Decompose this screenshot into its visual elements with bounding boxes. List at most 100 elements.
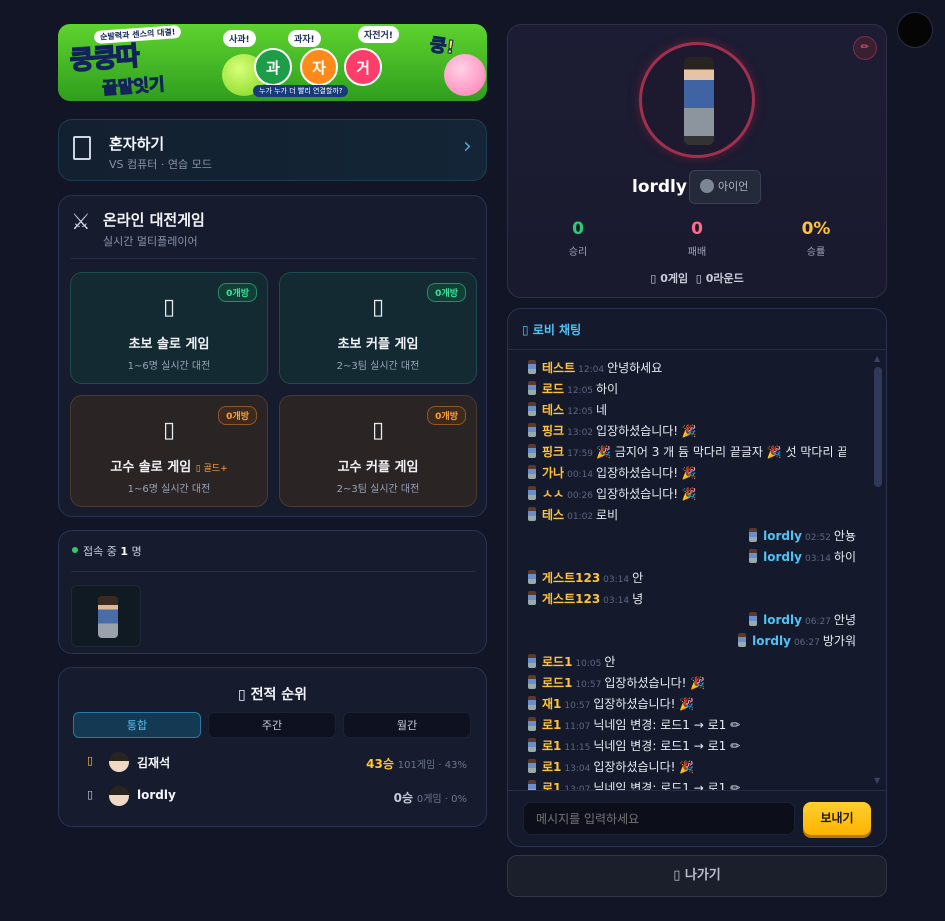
chat-message: lordly 06:27 안녕 bbox=[749, 611, 856, 629]
room-beginner-solo[interactable]: 0개방 ▯ 초보 솔로 게임 1~6명 실시간 대전 bbox=[70, 272, 268, 384]
rank-stats: 43승 101게임 · 43% bbox=[366, 757, 467, 771]
chat-message: 로드1 10:05 안 bbox=[528, 653, 615, 671]
gold-requirement: ▯ 골드+ bbox=[195, 464, 228, 474]
tab-weekly[interactable]: 주간 bbox=[208, 712, 336, 738]
banner-orb-1: 과 bbox=[254, 48, 292, 86]
corner-avatar[interactable] bbox=[897, 12, 933, 48]
chat-message-list[interactable]: 테스트 12:04 안녕하세요 로드 12:05 하이 테스 12:05 네 핑크 13:02 입장하… bbox=[508, 353, 886, 790]
online-title: 온라인 대전게임 bbox=[103, 211, 205, 229]
chat-avatar-icon bbox=[528, 486, 536, 500]
tab-total[interactable]: 통합 bbox=[73, 712, 201, 738]
chat-sender: 로1 bbox=[542, 760, 562, 774]
chat-message: 로1 11:15 닉네임 변경: 로드1 → 로1 ✏ bbox=[528, 737, 740, 755]
medal-icon: ▯ bbox=[87, 788, 94, 801]
chat-sender: 가나 bbox=[542, 466, 565, 480]
chat-sender: 재1 bbox=[542, 697, 562, 711]
chat-scrollbar[interactable] bbox=[874, 367, 882, 487]
chat-text: 닉네임 변경: 로드1 → 로1 ✏ bbox=[593, 739, 741, 753]
room-desc: 1~6명 실시간 대전 bbox=[127, 484, 211, 495]
chat-time: 10:05 bbox=[575, 659, 602, 669]
chat-avatar-icon bbox=[738, 633, 747, 647]
chat-text: 입장하셨습니다! 🎉 bbox=[593, 760, 695, 774]
chat-sender: 게스트123 bbox=[542, 592, 601, 606]
scroll-up-icon[interactable]: ▲ bbox=[874, 354, 880, 363]
couple-icon: ▯ bbox=[371, 295, 385, 320]
rank-name: lordly bbox=[137, 788, 176, 802]
chat-input[interactable] bbox=[523, 802, 795, 835]
chat-avatar-icon bbox=[528, 675, 536, 689]
edit-profile-button[interactable]: ✏ bbox=[853, 36, 877, 60]
ranking-row[interactable]: ▯ 김재석 43승 101게임 · 43% bbox=[73, 750, 473, 774]
room-beginner-couple[interactable]: 0개방 ▯ 초보 커플 게임 2~3팀 실시간 대전 bbox=[279, 272, 477, 384]
room-expert-solo[interactable]: 0개방 ▯ 고수 솔로 게임 ▯ 골드+ 1~6명 실시간 대전 bbox=[70, 395, 268, 507]
room-desc: 2~3팀 실시간 대전 bbox=[336, 361, 420, 372]
tab-monthly[interactable]: 월간 bbox=[343, 712, 471, 738]
chat-time: 06:27 bbox=[793, 638, 820, 648]
chat-time: 10:57 bbox=[564, 701, 591, 711]
chat-message: 테스 01:02 로비 bbox=[528, 506, 618, 524]
profile-avatar[interactable] bbox=[639, 42, 755, 158]
chat-avatar-icon bbox=[528, 780, 536, 790]
crossed-swords-icon: ⚔ bbox=[71, 210, 91, 235]
room-name: 고수 커플 게임 bbox=[337, 460, 419, 475]
chat-message: 로1 13:07 닉네임 변경: 로드1 → 로1 ✏ bbox=[528, 779, 740, 790]
stat-winrate: 0% 승률 bbox=[801, 219, 831, 258]
chat-message: lordly 06:27 방가워 bbox=[738, 632, 856, 650]
divider bbox=[71, 571, 476, 572]
online-user-avatar[interactable] bbox=[71, 585, 141, 647]
room-name: 초보 커플 게임 bbox=[337, 337, 419, 352]
divider bbox=[508, 349, 886, 350]
chat-message: 로드 12:05 하이 bbox=[528, 380, 618, 398]
send-button[interactable]: 보내기 bbox=[803, 802, 871, 835]
banner-title: 쿵쿵따 bbox=[68, 41, 140, 77]
chat-time: 13:02 bbox=[567, 428, 594, 438]
chat-time: 11:07 bbox=[564, 722, 591, 732]
chat-avatar-icon bbox=[528, 381, 536, 395]
crown-icon: ▯ bbox=[371, 418, 385, 443]
solo-play-button[interactable]: 혼자하기 VS 컴퓨터 · 연습 모드 › bbox=[58, 119, 487, 181]
chat-avatar-icon bbox=[749, 549, 758, 563]
chat-sender: ㅅㅅ bbox=[542, 487, 565, 501]
rank-name: 김재석 bbox=[137, 756, 171, 770]
chat-text: 닉네임 변경: 로드1 → 로1 ✏ bbox=[593, 718, 741, 732]
pink-character-icon bbox=[444, 54, 486, 96]
chat-message: lordly 02:52 안뇽 bbox=[749, 527, 856, 545]
chat-time: 17:59 bbox=[567, 449, 594, 459]
banner-caption: 누가 누가 더 빨리 연결할까? bbox=[253, 85, 349, 97]
chat-sender: 테스 bbox=[542, 508, 565, 522]
banner-logo: 쿵! bbox=[428, 34, 456, 59]
chat-text: 네 bbox=[596, 403, 608, 417]
chat-time: 02:52 bbox=[804, 533, 831, 543]
chat-message: 로1 13:04 입장하셨습니다! 🎉 bbox=[528, 758, 694, 776]
chat-message: 핑크 13:02 입장하셨습니다! 🎉 bbox=[528, 422, 697, 440]
chat-avatar-icon bbox=[528, 717, 536, 731]
chat-avatar-icon bbox=[528, 654, 536, 668]
door-icon: ▯ bbox=[673, 868, 681, 883]
chat-message: 테스트 12:04 안녕하세요 bbox=[528, 359, 662, 377]
chat-text: 입장하셨습니다! 🎉 bbox=[596, 424, 697, 438]
banner-subtitle: 끝말잇기 bbox=[101, 74, 166, 100]
chat-sender: 로드1 bbox=[542, 676, 573, 690]
solo-subtitle: VS 컴퓨터 · 연습 모드 bbox=[109, 158, 212, 171]
chat-avatar-icon bbox=[528, 759, 536, 773]
chat-time: 01:02 bbox=[567, 512, 594, 522]
scroll-down-icon[interactable]: ▼ bbox=[874, 776, 880, 785]
banner-bubble-2: 과자! bbox=[288, 30, 321, 47]
chevron-right-icon: › bbox=[463, 134, 472, 159]
leave-button[interactable]: ▯ 나가기 bbox=[507, 855, 887, 897]
chat-message: 재1 10:57 입장하셨습니다! 🎉 bbox=[528, 695, 694, 713]
profile-name: lordly bbox=[632, 177, 687, 197]
room-expert-couple[interactable]: 0개방 ▯ 고수 커플 게임 2~3팀 실시간 대전 bbox=[279, 395, 477, 507]
chat-sender: lordly bbox=[763, 613, 802, 627]
chat-message: 게스트123 03:14 녕 bbox=[528, 590, 643, 608]
chat-time: 12:04 bbox=[578, 365, 605, 375]
chat-message: 로1 11:07 닉네임 변경: 로드1 → 로1 ✏ bbox=[528, 716, 740, 734]
pencil-icon: ✏ bbox=[860, 42, 870, 53]
chat-text: 안뇽 bbox=[833, 529, 856, 543]
room-desc: 1~6명 실시간 대전 bbox=[127, 361, 211, 372]
ranking-row[interactable]: ▯ lordly 0승 0게임 · 0% bbox=[73, 784, 473, 808]
chat-time: 10:57 bbox=[575, 680, 602, 690]
chat-time: 03:14 bbox=[804, 554, 831, 564]
chat-text: 안녕하세요 bbox=[607, 361, 663, 375]
chat-sender: 핑크 bbox=[542, 445, 565, 459]
